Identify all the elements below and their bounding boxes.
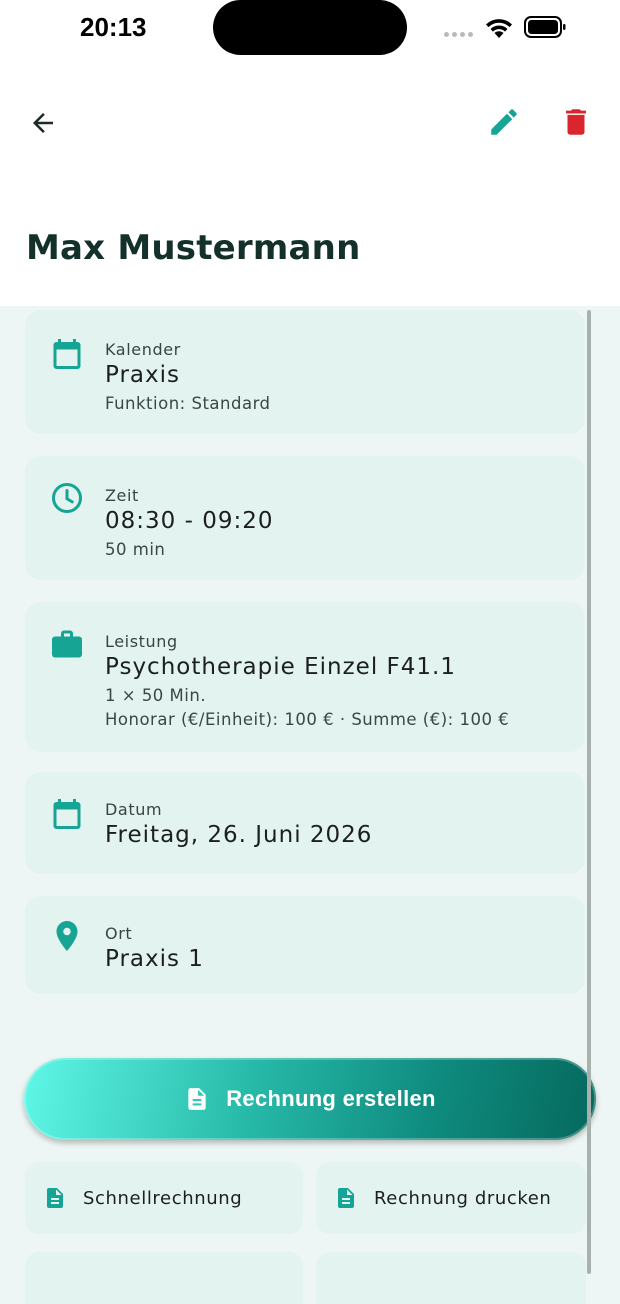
battery-icon (524, 16, 566, 38)
calendar-function: Funktion: Standard (105, 394, 271, 413)
quick-invoice-button[interactable]: Schnellrechnung (25, 1162, 303, 1234)
trash-icon (566, 109, 586, 135)
action-card-partial[interactable] (25, 1252, 303, 1304)
cellular-signal-icon (444, 32, 473, 37)
create-invoice-label: Rechnung erstellen (226, 1086, 436, 1111)
print-invoice-button[interactable]: Rechnung drucken (316, 1162, 586, 1234)
service-card: Leistung Psychotherapie Einzel F41.1 1 ×… (25, 602, 585, 752)
location-pin-icon (56, 921, 78, 951)
location-label: Ort (105, 924, 133, 943)
wifi-icon (486, 19, 512, 38)
document-icon (47, 1188, 63, 1208)
arrow-back-icon (33, 113, 53, 133)
calendar-icon (53, 799, 81, 829)
status-time: 20:13 (80, 12, 147, 42)
scrollbar[interactable] (587, 310, 591, 1274)
edit-button[interactable] (484, 102, 524, 142)
page-title: Max Mustermann (26, 228, 361, 268)
calendar-value: Praxis (105, 362, 180, 388)
time-label: Zeit (105, 486, 139, 505)
print-invoice-label: Rechnung drucken (374, 1187, 552, 1209)
time-duration: 50 min (105, 540, 166, 559)
create-invoice-button[interactable]: Rechnung erstellen (24, 1058, 596, 1140)
back-button[interactable] (24, 104, 62, 142)
appointment-details-panel[interactable]: Kalender Praxis Funktion: Standard Zeit … (0, 306, 620, 1304)
calendar-icon (53, 339, 81, 369)
calendar-label: Kalender (105, 340, 181, 359)
date-label: Datum (105, 800, 163, 819)
date-card: Datum Freitag, 26. Juni 2026 (25, 772, 585, 874)
delete-button[interactable] (556, 102, 596, 142)
service-value: Psychotherapie Einzel F41.1 (105, 654, 456, 680)
briefcase-icon (52, 630, 82, 658)
service-units: 1 × 50 Min. (105, 686, 207, 705)
service-label: Leistung (105, 632, 178, 651)
status-bar: 20:13 (0, 0, 620, 56)
service-fee: Honorar (€/Einheit): 100 € · Summe (€): … (105, 710, 510, 729)
document-icon (338, 1188, 354, 1208)
location-value: Praxis 1 (105, 946, 204, 972)
document-icon (188, 1088, 206, 1110)
action-card-partial[interactable] (316, 1252, 586, 1304)
quick-invoice-label: Schnellrechnung (83, 1187, 243, 1209)
location-card: Ort Praxis 1 (25, 896, 585, 994)
calendar-card: Kalender Praxis Funktion: Standard (25, 310, 585, 434)
clock-icon (52, 483, 82, 513)
app-bar (0, 90, 620, 154)
pencil-icon (491, 109, 517, 135)
time-card: Zeit 08:30 - 09:20 50 min (25, 456, 585, 580)
time-range: 08:30 - 09:20 (105, 508, 274, 534)
date-value: Freitag, 26. Juni 2026 (105, 822, 373, 848)
dynamic-island (213, 0, 407, 55)
